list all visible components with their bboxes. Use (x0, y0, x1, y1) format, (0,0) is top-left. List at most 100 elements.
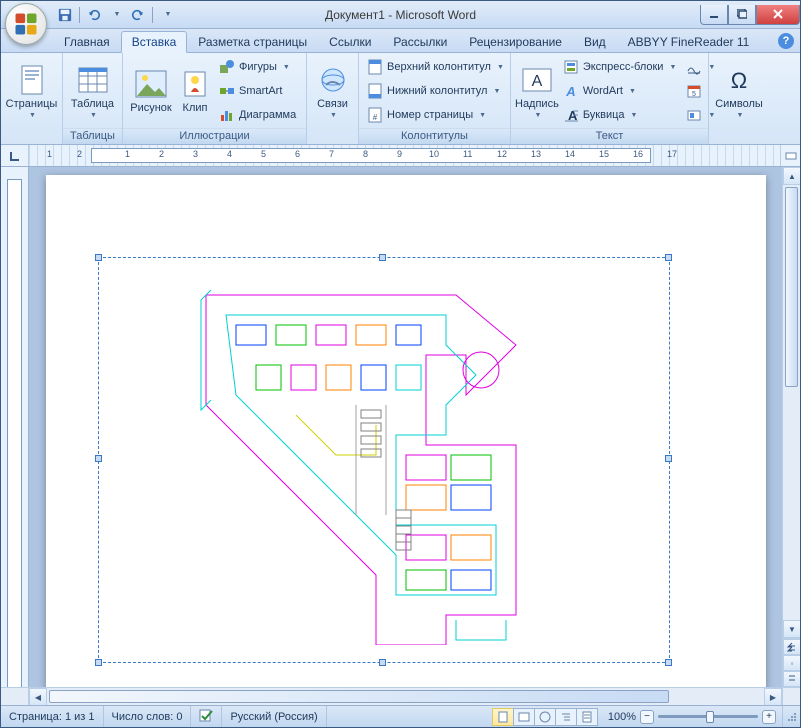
header-icon (367, 59, 383, 75)
status-word-count[interactable]: Число слов: 0 (104, 706, 192, 727)
zoom-controls: 100% − + (602, 710, 782, 724)
view-full-screen-icon[interactable] (513, 708, 535, 726)
header-button[interactable]: Верхний колонтитул▼ (363, 55, 506, 79)
resize-handle-n[interactable] (379, 254, 386, 261)
status-bar: Страница: 1 из 1 Число слов: 0 Русский (… (1, 705, 800, 727)
zoom-out-button[interactable]: − (640, 710, 654, 724)
ruler-tick: 2 (77, 149, 82, 159)
help-icon[interactable]: ? (778, 33, 794, 49)
omega-icon: Ω (723, 64, 755, 96)
redo-icon[interactable] (128, 5, 148, 25)
ruler-toggle-icon[interactable] (780, 145, 800, 166)
table-button[interactable]: Таблица ▼ (67, 55, 118, 127)
ruler-tick: 12 (497, 149, 507, 159)
ribbon: Страницы ▼ . Таблица ▼ Таблицы Рисунок (1, 53, 800, 145)
inserted-image-floorplan[interactable] (196, 275, 576, 645)
dropcap-button[interactable]: AБуквица▼ (559, 103, 681, 127)
ruler-tick: 4 (227, 149, 232, 159)
svg-text:A: A (532, 73, 543, 90)
svg-text:A: A (565, 84, 575, 99)
undo-dropdown-icon[interactable]: ▼ (106, 5, 126, 25)
chart-button[interactable]: Диаграмма (215, 103, 300, 127)
qat-customize-icon[interactable]: ▼ (157, 5, 177, 25)
save-icon[interactable] (55, 5, 75, 25)
shapes-button[interactable]: Фигуры▼ (215, 55, 300, 79)
scroll-right-icon[interactable]: ▶ (764, 688, 782, 706)
office-button[interactable] (5, 3, 47, 45)
pages-button[interactable]: Страницы ▼ (5, 55, 58, 127)
quick-parts-button[interactable]: Экспресс-блоки▼ (559, 55, 681, 79)
ruler-tick: 11 (463, 149, 472, 159)
zoom-slider-thumb[interactable] (706, 711, 714, 723)
symbols-label: Символы (715, 98, 763, 110)
page-viewport[interactable] (29, 167, 782, 687)
group-illustrations-label: Иллюстрации (123, 128, 306, 144)
ruler-tick: 13 (531, 149, 541, 159)
resize-grip-icon[interactable] (782, 706, 800, 727)
minimize-button[interactable] (700, 5, 728, 25)
status-proofing[interactable] (191, 706, 222, 727)
close-button[interactable] (756, 5, 800, 25)
pages-label: Страницы (6, 98, 58, 110)
zoom-in-button[interactable]: + (762, 710, 776, 724)
tab-references[interactable]: Ссылки (318, 31, 382, 52)
zoom-value[interactable]: 100% (608, 711, 636, 723)
resize-handle-s[interactable] (379, 659, 386, 666)
picture-button[interactable]: Рисунок (127, 55, 175, 127)
tab-review[interactable]: Рецензирование (458, 31, 573, 52)
symbols-button[interactable]: Ω Символы ▼ (713, 55, 765, 127)
clip-button[interactable]: Клип (175, 55, 215, 127)
resize-handle-sw[interactable] (95, 659, 102, 666)
group-tables-label: Таблицы (63, 128, 122, 144)
quick-access-toolbar: ▼ ▼ (55, 5, 177, 25)
scroll-up-icon[interactable]: ▲ (783, 167, 800, 185)
scroll-thumb-h[interactable] (49, 690, 669, 703)
vertical-ruler[interactable] (1, 167, 29, 687)
tab-view[interactable]: Вид (573, 31, 617, 52)
scroll-thumb-v[interactable] (785, 187, 798, 387)
view-web-layout-icon[interactable] (534, 708, 556, 726)
maximize-button[interactable] (728, 5, 756, 25)
tab-selector[interactable] (1, 145, 29, 166)
prev-page-icon[interactable] (783, 639, 800, 655)
tab-abbyy[interactable]: ABBYY FineReader 11 (617, 31, 761, 52)
view-outline-icon[interactable] (555, 708, 577, 726)
horizontal-scrollbar[interactable]: ◀ ▶ (1, 687, 800, 705)
svg-text:5: 5 (692, 91, 696, 98)
next-page-icon[interactable] (783, 671, 800, 687)
horizontal-ruler[interactable]: 121234567891011121314151617 (29, 145, 780, 166)
ruler-tick: 6 (295, 149, 300, 159)
page-number-icon: # (367, 107, 383, 123)
zoom-slider[interactable] (658, 715, 758, 718)
undo-icon[interactable] (84, 5, 104, 25)
wordart-button[interactable]: AWordArt▼ (559, 79, 681, 103)
ruler-tick: 2 (159, 149, 164, 159)
resize-handle-nw[interactable] (95, 254, 102, 261)
tab-mailings[interactable]: Рассылки (382, 31, 458, 52)
resize-handle-e[interactable] (665, 455, 672, 462)
view-print-layout-icon[interactable] (492, 708, 514, 726)
resize-handle-se[interactable] (665, 659, 672, 666)
smartart-button[interactable]: SmartArt (215, 79, 300, 103)
picture-icon (135, 68, 167, 100)
table-icon (77, 64, 109, 96)
resize-handle-w[interactable] (95, 455, 102, 462)
scroll-left-icon[interactable]: ◀ (29, 688, 47, 706)
vertical-scrollbar[interactable]: ▲ ▼ ◦ (782, 167, 800, 687)
page-number-button[interactable]: #Номер страницы▼ (363, 103, 506, 127)
textbox-button[interactable]: A Надпись ▼ (515, 55, 559, 127)
tab-insert[interactable]: Вставка (121, 31, 188, 53)
status-language[interactable]: Русский (Россия) (222, 706, 326, 727)
ruler-tick: 1 (125, 149, 130, 159)
tab-home[interactable]: Главная (53, 31, 121, 52)
tab-page-layout[interactable]: Разметка страницы (187, 31, 318, 52)
browse-object-icon[interactable]: ◦ (783, 655, 800, 671)
footer-button[interactable]: Нижний колонтитул▼ (363, 79, 506, 103)
clip-icon (179, 68, 211, 100)
scroll-down-icon[interactable]: ▼ (783, 620, 800, 638)
resize-handle-ne[interactable] (665, 254, 672, 261)
links-button[interactable]: Связи ▼ (311, 55, 354, 127)
view-draft-icon[interactable] (576, 708, 598, 726)
shapes-icon (219, 59, 235, 75)
status-page[interactable]: Страница: 1 из 1 (1, 706, 104, 727)
